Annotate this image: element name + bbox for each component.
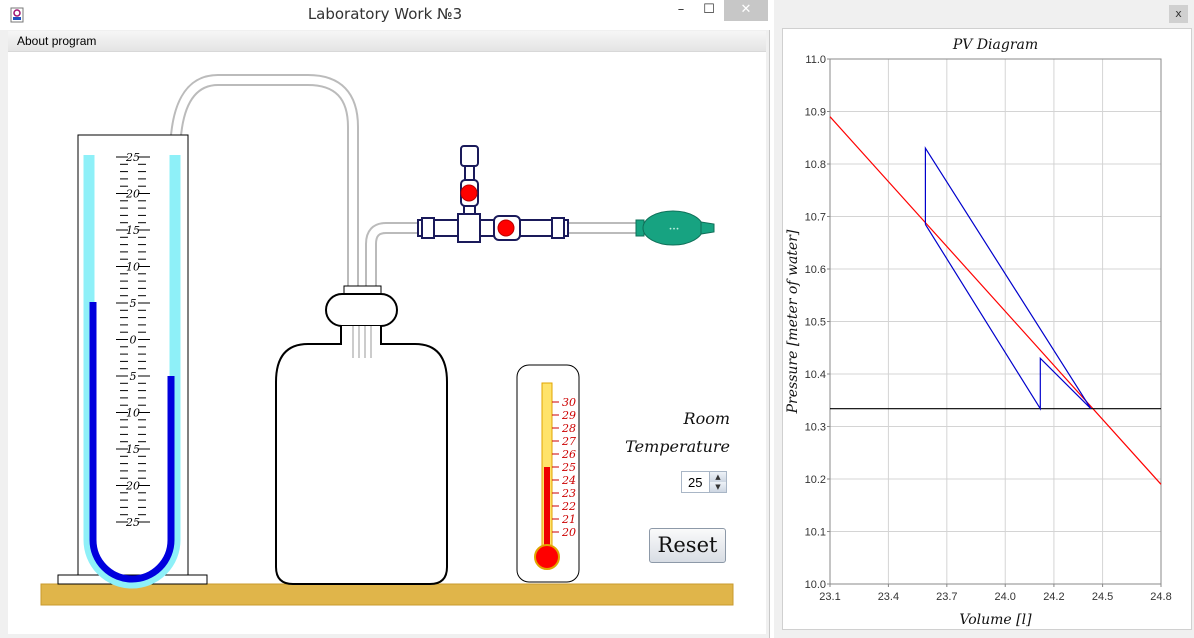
manometer-tick-label: 5 (130, 370, 137, 383)
title-bar[interactable]: Laboratory Work №3 – ☐ ✕ (0, 0, 770, 30)
manometer-tick-label: 10 (126, 407, 140, 420)
valve-knob-upper[interactable] (460, 184, 478, 202)
svg-text:•••: ••• (669, 226, 680, 233)
thermometer-tick-label: 26 (561, 448, 576, 461)
y-tick-label: 10.6 (805, 264, 826, 276)
thermometer-tick-label: 22 (561, 500, 576, 513)
y-tick-label: 10.8 (805, 159, 826, 171)
connecting-tube (169, 74, 638, 292)
x-tick-label: 23.7 (936, 591, 957, 603)
window-title: Laboratory Work №3 (307, 5, 463, 23)
y-tick-label: 10.0 (805, 579, 826, 591)
reset-button[interactable]: Reset (649, 528, 726, 563)
manometer-tick-label: 20 (125, 480, 140, 493)
manometer-tick-label: 20 (125, 188, 140, 201)
lab-canvas: 25 20 15 10 5 0 5 10 15 20 25 ••• 30 29 … (8, 52, 766, 634)
chart-title: PV Diagram (952, 37, 1038, 53)
y-tick-label: 11.0 (805, 54, 826, 66)
y-tick-label: 10.9 (805, 107, 826, 119)
manometer-tick-label: 5 (130, 297, 137, 310)
valve-assembly (417, 145, 569, 243)
x-tick-label: 24.2 (1043, 591, 1064, 603)
thermometer-tick-label: 23 (561, 487, 576, 500)
thermometer-tick-label: 20 (561, 526, 576, 539)
thermometer-tick-label: 27 (561, 435, 576, 448)
maximize-button[interactable]: ☐ (696, 0, 722, 21)
valve-knob-main[interactable] (497, 219, 515, 237)
main-window: Laboratory Work №3 – ☐ ✕ About program 2… (0, 0, 770, 638)
manometer-tick-label: 25 (125, 151, 140, 164)
y-tick-label: 10.7 (805, 212, 826, 224)
close-button[interactable]: ✕ (724, 0, 768, 21)
chart-panel: 10.0 10.1 10.2 10.3 10.4 10.5 10.6 10.7 10.8 10.9… (782, 28, 1192, 630)
manometer-tick-label: 15 (126, 224, 140, 237)
thermometer-tick-label: 30 (562, 396, 576, 409)
y-axis-label: Pressure [meter of water] (785, 229, 801, 414)
bottle (275, 285, 448, 585)
room-label: Room (683, 409, 730, 428)
x-tick-label: 24.8 (1150, 591, 1171, 603)
thermometer-tick-label: 25 (561, 461, 576, 474)
x-axis-label: Volume [l] (959, 612, 1032, 628)
manometer-tick-label: 0 (130, 334, 137, 347)
y-tick-label: 10.5 (805, 317, 826, 329)
menu-bar: About program (8, 31, 766, 52)
minimize-button[interactable]: – (668, 0, 694, 21)
manometer-tick-label: 15 (126, 443, 140, 456)
x-tick-label: 23.1 (819, 591, 840, 603)
thermometer-tick-label: 29 (561, 409, 576, 422)
temperature-label: Temperature (625, 437, 730, 456)
y-tick-label: 10.2 (805, 474, 826, 486)
x-tick-label: 24.5 (1092, 591, 1113, 603)
pump-bulb[interactable]: ••• (635, 210, 715, 246)
spinner-down-icon[interactable]: ▼ (709, 482, 726, 492)
manometer-tick-label: 25 (125, 516, 140, 529)
y-tick-label: 10.4 (805, 369, 826, 381)
x-tick-label: 23.4 (878, 591, 899, 603)
manometer-tick-label: 10 (126, 261, 140, 274)
y-tick-label: 10.3 (805, 422, 826, 434)
x-tick-label: 24.0 (995, 591, 1016, 603)
table-shelf (40, 583, 734, 606)
thermometer-tick-label: 28 (561, 422, 576, 435)
temperature-spinner[interactable]: 25 ▲ ▼ (681, 471, 727, 493)
chart-close-button[interactable]: x (1169, 5, 1188, 23)
thermometer-tick-label: 21 (561, 513, 576, 526)
pv-diagram-chart: 10.0 10.1 10.2 10.3 10.4 10.5 10.6 10.7 10.8 10.9… (785, 37, 1172, 628)
y-tick-label: 10.1 (805, 527, 826, 539)
temperature-value[interactable]: 25 (688, 475, 702, 490)
thermometer-tick-label: 24 (561, 474, 576, 487)
menu-about-program[interactable]: About program (17, 34, 96, 48)
chart-window: x 10.0 10.1 10.2 10.3 10.4 10.5 10.6 10.7 10.8 10… (774, 0, 1194, 638)
